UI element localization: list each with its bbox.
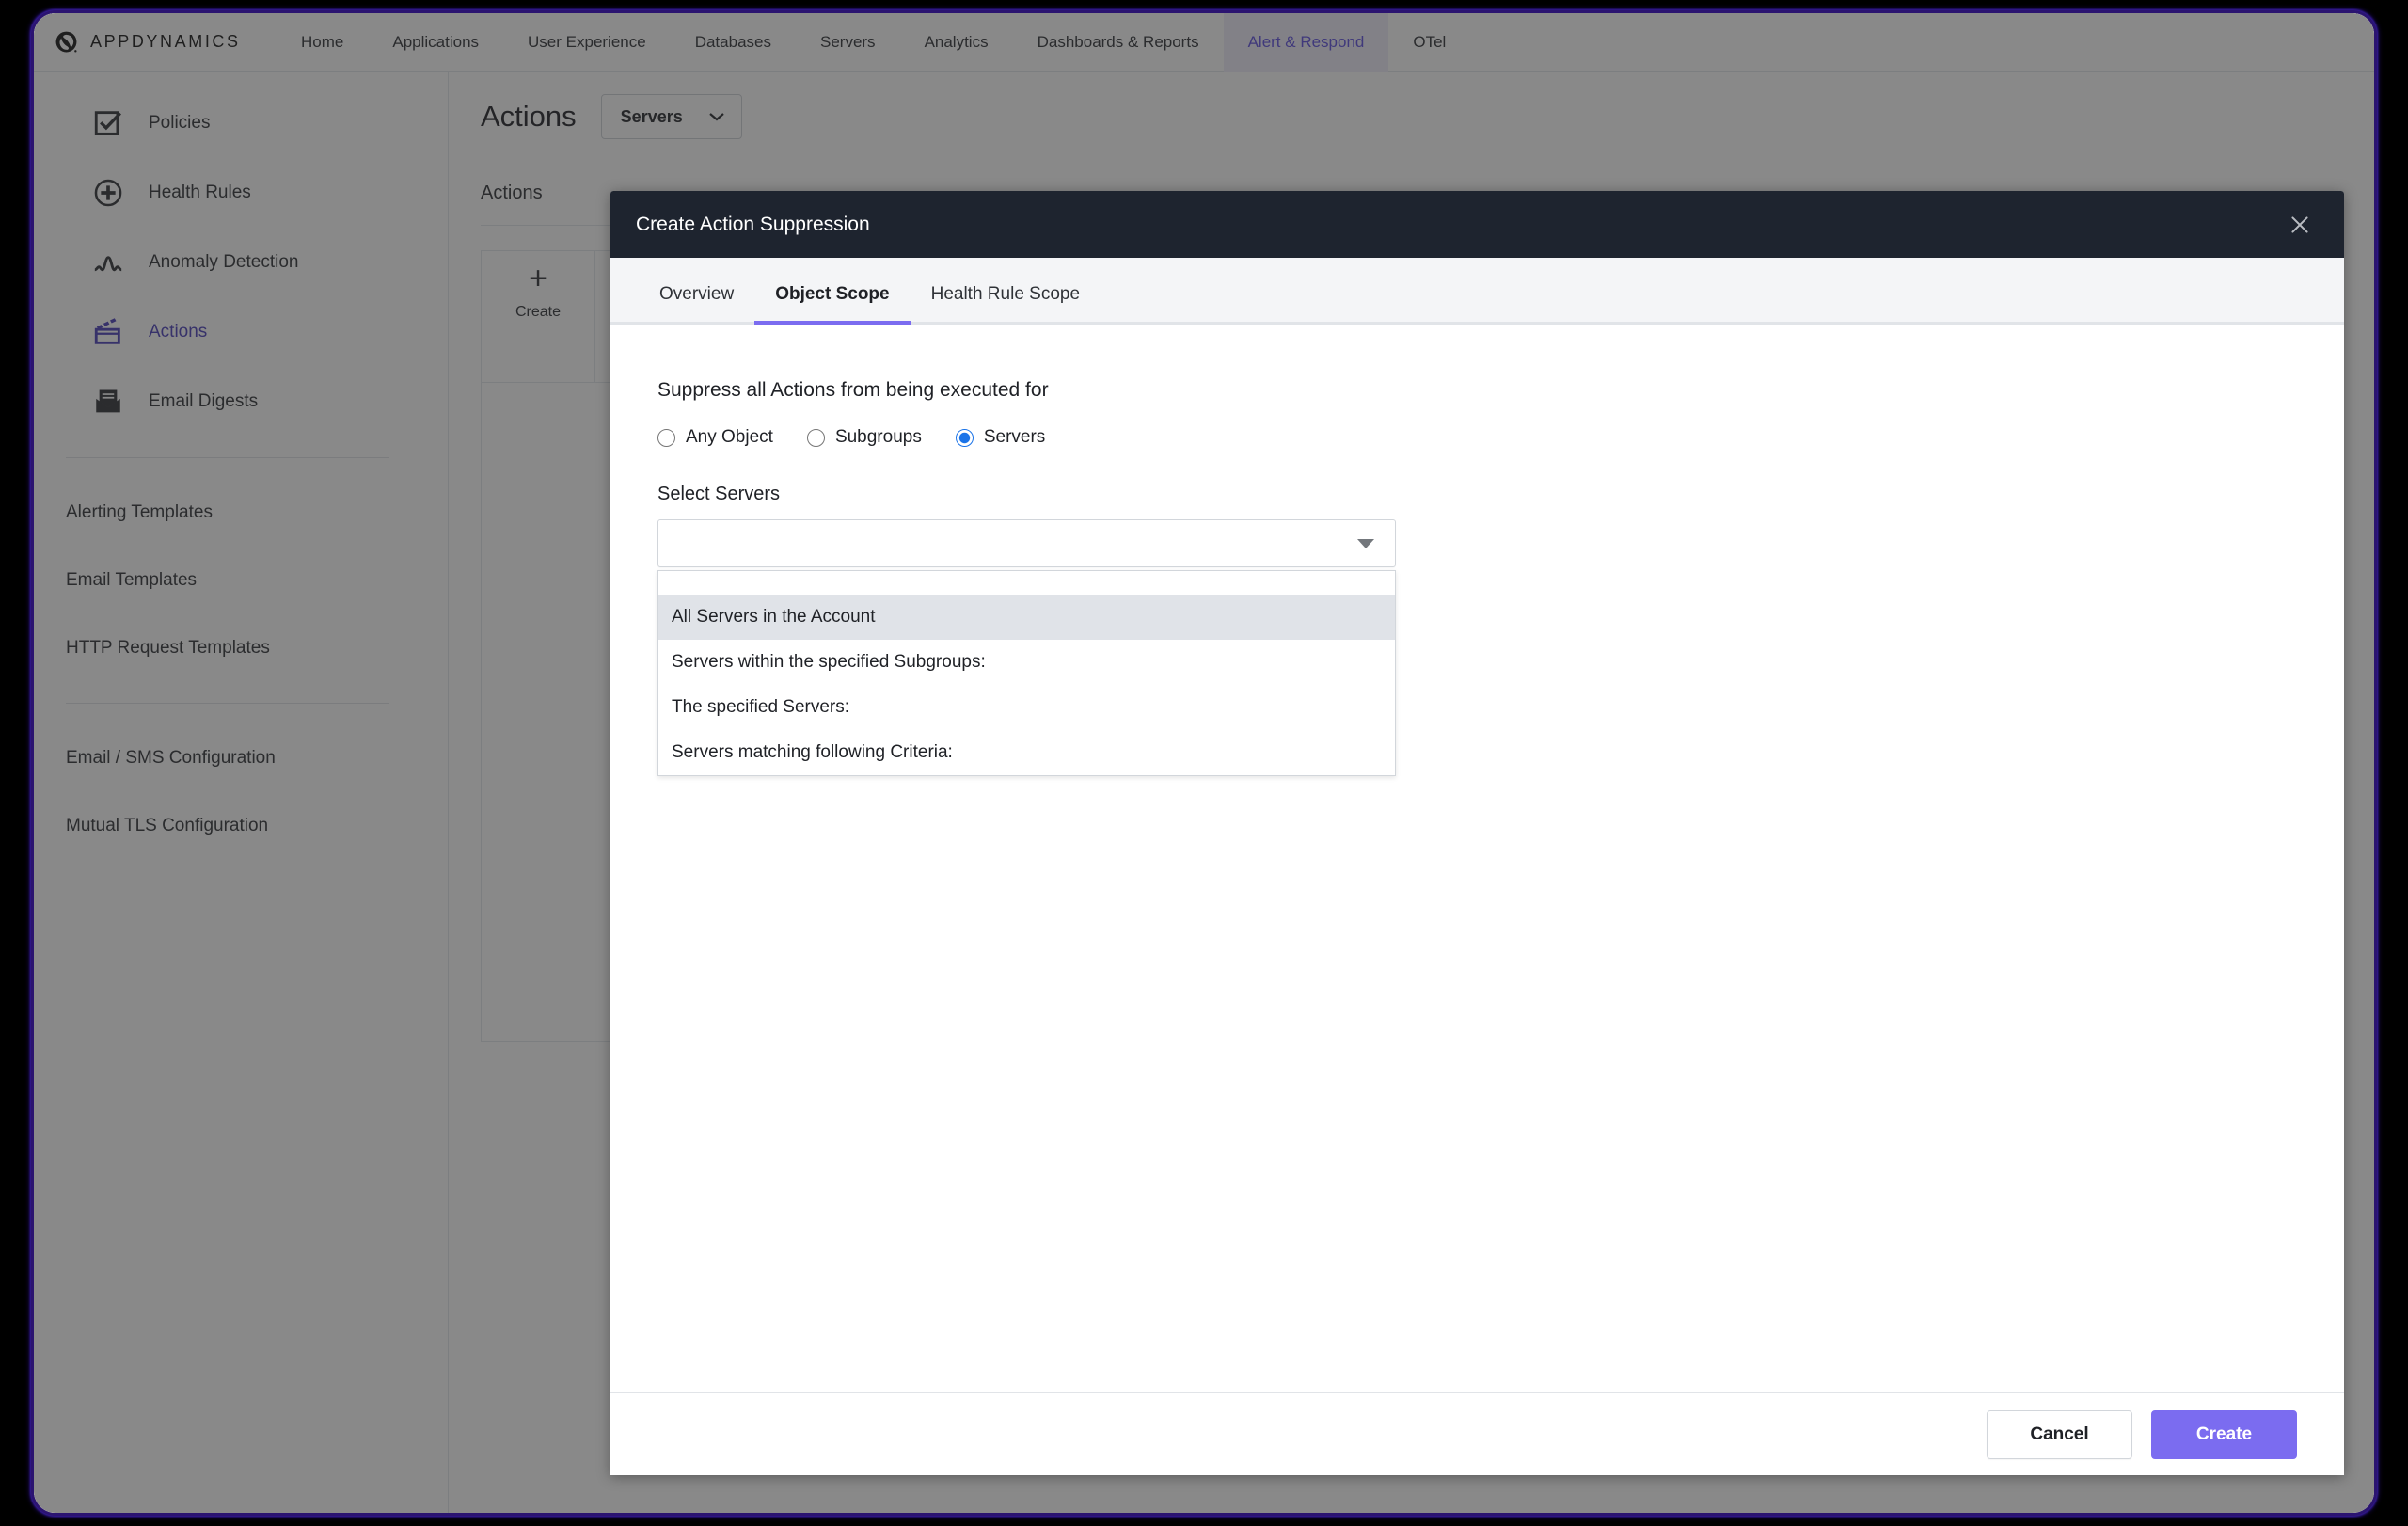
close-icon [2291,215,2308,233]
tab-overview[interactable]: Overview [639,284,754,322]
close-button[interactable] [2284,209,2316,241]
dialog-footer: Cancel Create [610,1392,2344,1475]
triangle-down-icon [1357,538,1374,548]
select-servers-dropdown-menu: All Servers in the Account Servers withi… [657,570,1396,776]
browser-viewport: APPDYNAMICS Home Applications User Exper… [34,13,2374,1513]
dialog-tabs: Overview Object Scope Health Rule Scope [610,258,2344,325]
dialog-title: Create Action Suppression [636,213,870,235]
cancel-button[interactable]: Cancel [1987,1409,2132,1459]
radio-label: Servers [983,427,1046,447]
select-servers-input[interactable] [657,519,1396,567]
create-button[interactable]: Create [2151,1409,2297,1459]
radio-option-any-object[interactable]: Any Object [657,427,773,448]
radio-input-any-object[interactable] [657,428,675,447]
tab-health-rule-scope[interactable]: Health Rule Scope [911,284,1101,322]
radio-option-servers[interactable]: Servers [955,427,1046,448]
select-servers-label: Select Servers [657,484,781,504]
create-action-suppression-dialog: Create Action Suppression Overview Objec… [610,191,2344,1475]
dropdown-option-matching-criteria[interactable]: Servers matching following Criteria: [658,730,1395,775]
select-servers-control: All Servers in the Account Servers withi… [657,519,1396,776]
radio-label: Any Object [686,427,773,447]
dialog-header: Create Action Suppression [610,191,2344,258]
dropdown-option-blank[interactable] [658,571,1395,595]
suppress-description: Suppress all Actions from being executed… [657,379,1049,401]
dropdown-option-specified-servers[interactable]: The specified Servers: [658,685,1395,730]
radio-option-subgroups[interactable]: Subgroups [806,427,922,448]
object-scope-radio-group: Any Object Subgroups Servers [657,427,2297,448]
tab-object-scope[interactable]: Object Scope [754,284,911,325]
dialog-body: Suppress all Actions from being executed… [610,325,2344,1392]
radio-label: Subgroups [834,427,922,447]
radio-input-servers[interactable] [955,428,974,447]
browser-window-frame: APPDYNAMICS Home Applications User Exper… [31,10,2377,1516]
dropdown-option-within-subgroups[interactable]: Servers within the specified Subgroups: [658,640,1395,685]
radio-input-subgroups[interactable] [806,428,825,447]
dropdown-option-all-servers[interactable]: All Servers in the Account [658,595,1395,640]
